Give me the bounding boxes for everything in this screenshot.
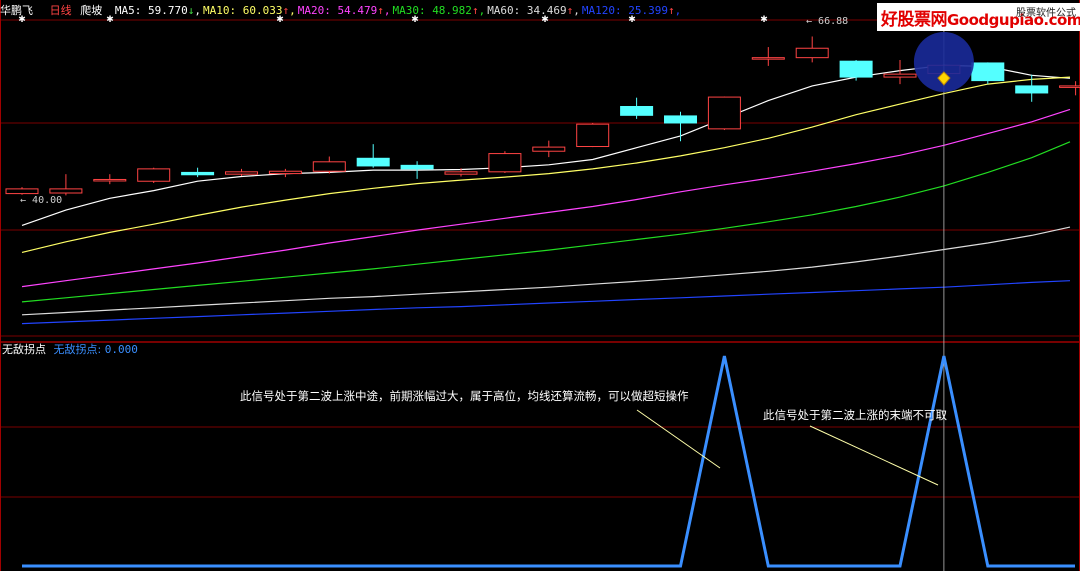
indicator-name[interactable]: 无敌拐点 [2, 343, 46, 356]
candle [268, 168, 302, 178]
candle-body [400, 164, 434, 170]
candle [488, 151, 522, 173]
candle [5, 187, 39, 195]
candle [620, 97, 654, 119]
annotation-first-signal: 此信号处于第二波上涨中途，前期涨幅过大，属于高位，均线还算流畅，可以做超短操作 [240, 389, 689, 403]
candle-body [49, 188, 83, 194]
candle [576, 122, 610, 148]
ma-line-ma5 [21, 64, 1071, 226]
price-low-label: ← 40.00 [20, 195, 63, 206]
ma-legend-ma30: MA30: 48.982↑, [392, 4, 486, 17]
annotation-second-signal: 此信号处于第二波上涨的末端不可取 [763, 408, 947, 422]
period-label[interactable]: 日线 [50, 4, 72, 17]
ma-legend: MA5: 59.770↓, MA10: 60.033↑, MA20: 54.479↑… [115, 4, 683, 17]
candle-body [225, 171, 258, 175]
candle-body [795, 47, 829, 59]
stock-chart: ✱✱✱✱✱✱✱✱✱ [0, 0, 1080, 571]
candle [93, 174, 127, 185]
indicator-header: 无敌拐点 无敌拐点: 0.000 [2, 343, 138, 357]
candle [707, 96, 741, 131]
candle-body [93, 178, 127, 182]
ma-line-ma20 [21, 108, 1071, 288]
candle-body [576, 123, 610, 148]
ma-legend-ma10: MA10: 60.033↑, [202, 4, 296, 17]
candle-body [707, 96, 741, 130]
candle-body [137, 168, 171, 182]
candle-body [312, 161, 346, 172]
candle-body [181, 171, 215, 176]
candle [49, 174, 83, 196]
candle [225, 168, 258, 176]
ma-legend-ma20: MA20: 54.479↑, [297, 4, 391, 17]
candle-body [883, 73, 917, 78]
candle [795, 36, 829, 63]
stock-name[interactable]: 华鹏飞 [0, 4, 33, 17]
indicator-value-label: 无敌拐点: [53, 343, 102, 356]
candle-body [488, 153, 522, 173]
candle [312, 156, 346, 174]
candle [1059, 81, 1080, 96]
candle-body [1059, 85, 1080, 88]
candle-body [268, 170, 302, 175]
candle [664, 111, 697, 142]
ma-legend-ma60: MA60: 34.469↑, [487, 4, 580, 17]
annotation-leader-2 [809, 425, 939, 486]
candle [971, 62, 1005, 85]
candle [356, 144, 390, 168]
candle-body [971, 62, 1005, 82]
candle-body [1015, 85, 1049, 94]
candle [532, 140, 566, 158]
site-logo: 好股票网Goodgupiao.com 股票软件公式 [877, 3, 1080, 31]
ma-line-ma30 [21, 141, 1071, 303]
candle-body [751, 57, 785, 60]
chart-overlay: ✱✱✱✱✱✱✱✱✱ [18, 15, 1069, 571]
candle [181, 167, 215, 178]
candle-body [532, 146, 566, 152]
price-high-label: ← 66.88 [806, 16, 849, 27]
candle-body [839, 60, 873, 78]
candle [751, 47, 785, 66]
star-marker-icon: ✱ [760, 15, 768, 25]
indicator-value: 0.000 [104, 343, 138, 356]
header-bar: 华鹏飞 日线 爬坡 MA5: 59.770↓, MA10: 60.033↑, MA2… [0, 3, 685, 19]
ma-legend-ma120: MA120: 25.399↑, [581, 4, 682, 17]
candle [839, 60, 873, 81]
formula-name[interactable]: 爬坡 [80, 4, 102, 17]
candle-body [664, 115, 697, 124]
candle-body [5, 188, 39, 195]
candle-body [356, 157, 390, 167]
ma-legend-ma5: MA5: 59.770↓, [114, 4, 201, 17]
logo-subtitle: 股票软件公式 [1016, 8, 1076, 19]
candle [137, 167, 171, 183]
moving-average-lines [21, 64, 1071, 325]
candle-body [620, 106, 654, 116]
ma-line-ma60 [21, 226, 1071, 316]
candle-body [444, 171, 478, 175]
